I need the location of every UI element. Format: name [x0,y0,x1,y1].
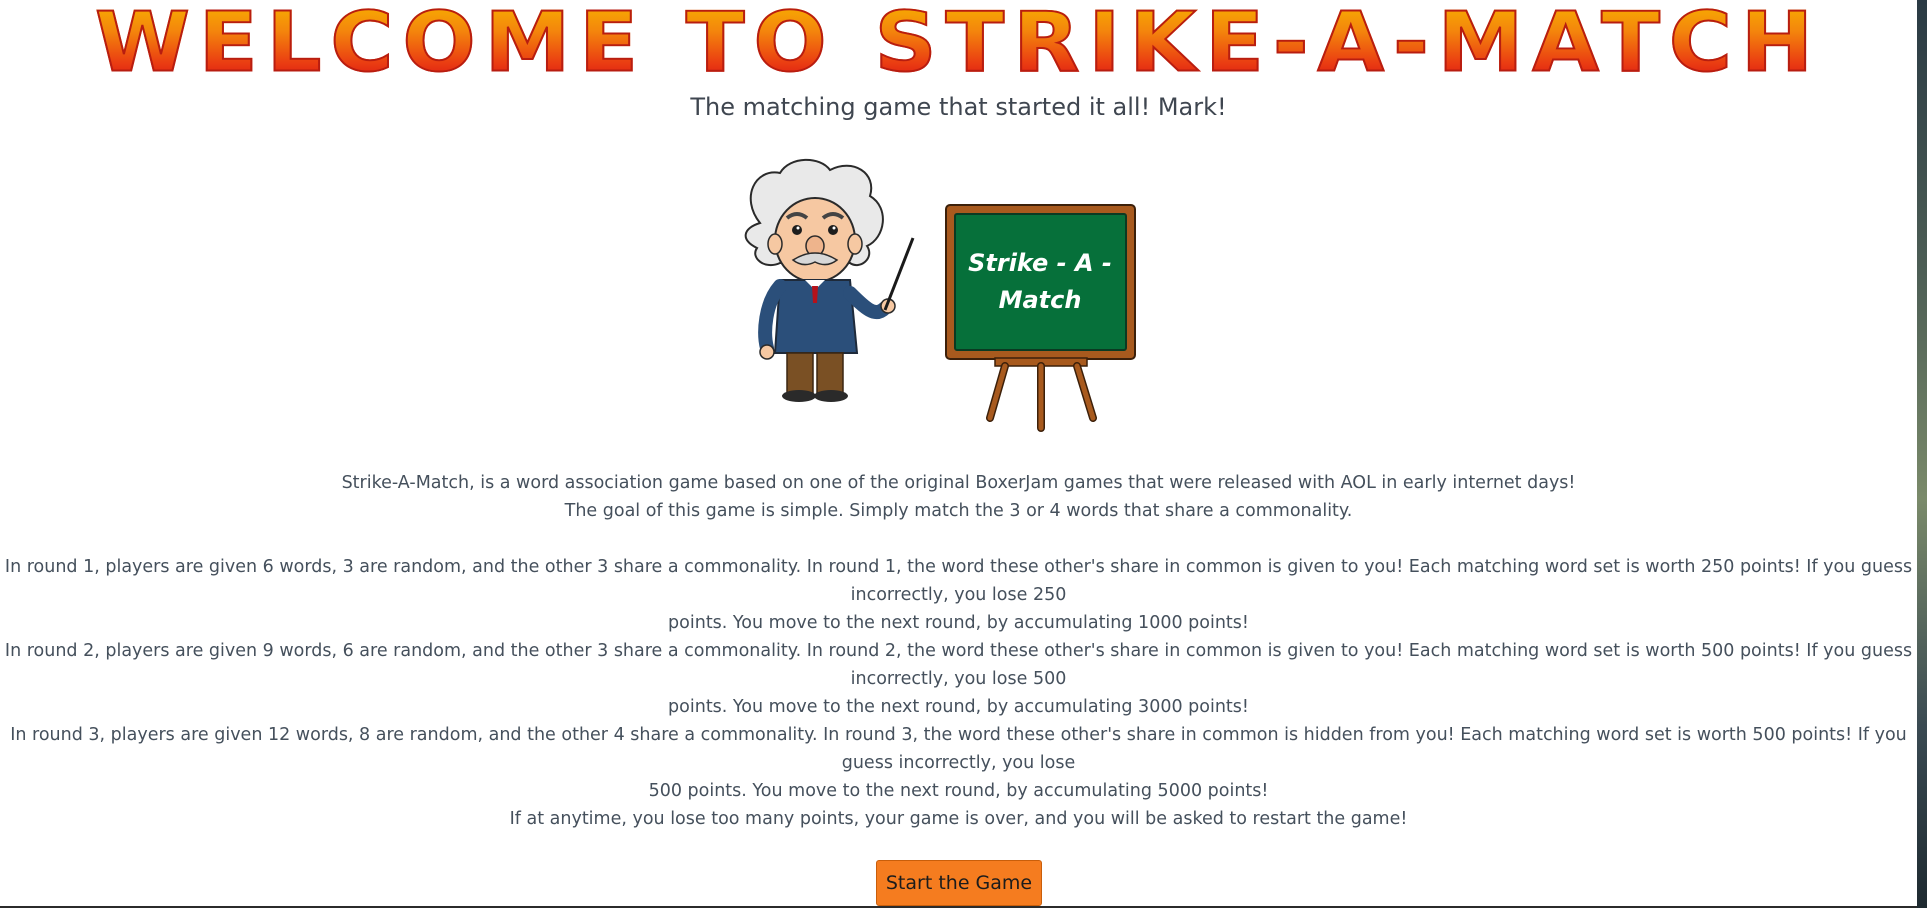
hero-illustration: Strike - A - Match [744,158,1136,432]
intro-paragraph: Strike-A-Match, is a word association ga… [0,469,1917,525]
board-text-line2: Match [999,286,1082,314]
round-1-line-1: In round 1, players are given 6 words, 3… [4,557,1913,605]
round-2-rules: In round 2, players are given 9 words, 6… [0,637,1917,721]
background-edge-image [1917,0,1927,908]
round-3-rules: In round 3, players are given 12 words, … [0,721,1917,805]
round-2-line-1: In round 2, players are given 9 words, 6… [4,641,1913,689]
page-subtitle: The matching game that started it all! M… [690,93,1227,121]
einstein-character-icon [744,158,915,402]
chalkboard-icon: Strike - A - Match [945,204,1136,432]
round-1-line-2: points. You move to the next round, by a… [668,613,1249,633]
start-game-button[interactable]: Start the Game [876,860,1042,906]
intro-line-1: Strike-A-Match, is a word association ga… [341,473,1576,493]
round-2-line-2: points. You move to the next round, by a… [668,697,1249,717]
board-text-line1: Strike - A - [968,249,1112,277]
intro-line-2: The goal of this game is simple. Simply … [564,501,1353,521]
game-over-warning: If at anytime, you lose too many points,… [509,809,1408,829]
round-3-line-1: In round 3, players are given 12 words, … [10,725,1907,773]
round-1-rules: In round 1, players are given 6 words, 3… [0,553,1917,637]
page: WELCOME TO STRIKE-A-MATCH The matching g… [0,0,1917,908]
page-title: WELCOME TO STRIKE-A-MATCH [0,1,1917,85]
round-3-line-2: 500 points. You move to the next round, … [648,781,1269,801]
